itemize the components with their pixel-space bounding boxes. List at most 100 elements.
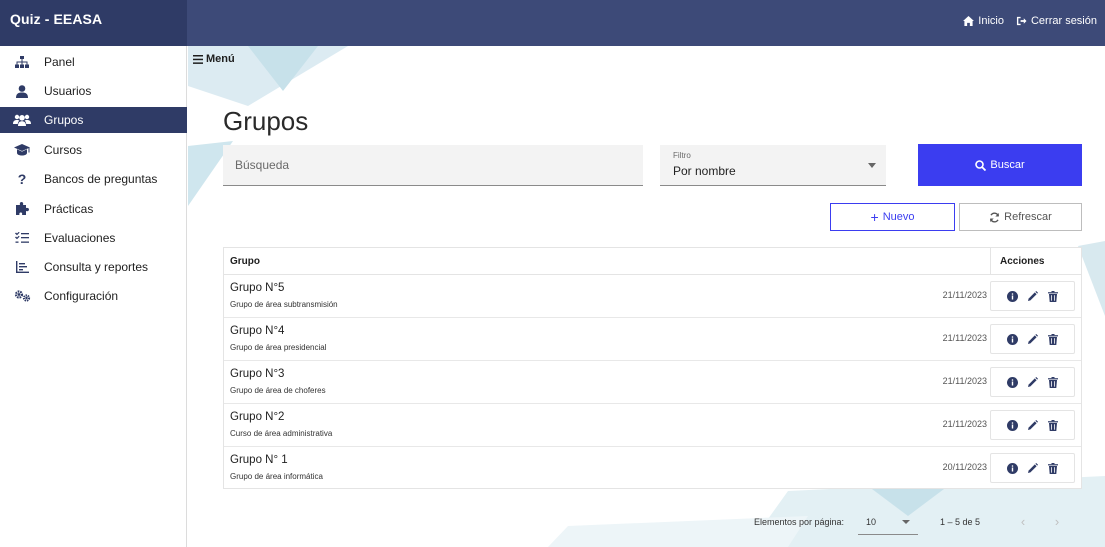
group-name: Grupo N°4	[230, 325, 285, 337]
sidebar-item-label: Consulta y reportes	[44, 260, 149, 274]
pencil-icon	[1028, 333, 1038, 344]
table-header: Grupo Acciones	[224, 248, 1081, 275]
sidebar-item-label: Bancos de preguntas	[44, 172, 158, 186]
delete-button[interactable]	[1047, 376, 1059, 388]
paginator: Elementos por página: 10 1 – 5 de 5 ‹ ›	[188, 506, 1105, 536]
pencil-icon	[1028, 290, 1038, 301]
trash-icon	[1047, 419, 1058, 431]
filter-select[interactable]: Filtro Por nombre	[660, 145, 886, 186]
page-size-select[interactable]: 10	[858, 507, 918, 535]
group-description: Grupo de área de choferes	[230, 386, 326, 395]
sidebar-item-label: Usuarios	[44, 84, 92, 98]
sidebar-item-label: Panel	[44, 55, 75, 69]
row-actions	[990, 367, 1075, 397]
previous-page-button[interactable]: ‹	[1014, 512, 1032, 530]
edit-button[interactable]	[1027, 290, 1039, 302]
app-root: Quiz - EEASA Inicio Cerrar sesión Panel …	[0, 0, 1105, 547]
gears-icon	[0, 290, 44, 302]
refresh-icon	[990, 212, 1000, 222]
info-button[interactable]	[1007, 376, 1019, 388]
trash-icon	[1047, 462, 1058, 474]
search-input[interactable]	[223, 145, 643, 185]
refresh-button-label: Refrescar	[1004, 211, 1052, 223]
row-actions	[990, 324, 1075, 354]
question-icon: ?	[17, 171, 27, 187]
logout-link[interactable]: Cerrar sesión	[1016, 15, 1097, 27]
sidebar-item-panel[interactable]: Panel	[0, 49, 187, 75]
page-size-value: 10	[866, 517, 877, 527]
top-nav: Inicio Cerrar sesión	[963, 15, 1097, 27]
trash-icon	[1047, 333, 1058, 345]
row-actions	[990, 410, 1075, 440]
delete-button[interactable]	[1047, 290, 1059, 302]
search-icon	[975, 159, 987, 171]
group-name: Grupo N°2	[230, 411, 285, 423]
home-link[interactable]: Inicio	[963, 15, 1004, 27]
trash-icon	[1047, 376, 1058, 388]
sitemap-icon	[0, 56, 44, 68]
table-row: Grupo N°5 Grupo de área subtransmisión 21/…	[224, 275, 1081, 318]
next-page-button[interactable]: ›	[1048, 512, 1066, 530]
sidebar: Panel Usuarios Grupos Cursos ? Bancos de…	[0, 46, 187, 547]
column-header-group: Grupo	[230, 256, 260, 267]
chevron-down-icon	[902, 520, 910, 524]
group-date: 21/11/2023	[942, 376, 987, 386]
row-actions	[990, 281, 1075, 311]
pencil-icon	[1028, 376, 1038, 387]
page-title: Grupos	[223, 106, 309, 136]
trash-icon	[1047, 290, 1058, 302]
info-icon	[1007, 376, 1018, 388]
delete-button[interactable]	[1047, 462, 1059, 474]
graduation-cap-icon	[0, 144, 44, 156]
sidebar-item-practicas[interactable]: Prácticas	[0, 196, 187, 222]
page-range: 1 – 5 de 5	[940, 517, 981, 527]
row-actions	[990, 453, 1075, 483]
info-button[interactable]	[1007, 462, 1019, 474]
menu-toggle-label: Menú	[206, 53, 235, 65]
sidebar-item-cursos[interactable]: Cursos	[0, 137, 187, 163]
sidebar-item-label: Evaluaciones	[44, 231, 116, 245]
filter-label: Filtro	[673, 151, 691, 160]
menu-toggle-button[interactable]: Menú	[193, 53, 235, 65]
sidebar-item-label: Cursos	[44, 143, 83, 157]
groups-table: Grupo Acciones Grupo N°5 Grupo de área su…	[223, 247, 1082, 489]
search-button[interactable]: Buscar	[918, 144, 1082, 186]
filter-value: Por nombre	[673, 164, 736, 178]
info-button[interactable]	[1007, 419, 1019, 431]
sidebar-item-consulta[interactable]: Consulta y reportes	[0, 254, 187, 280]
delete-button[interactable]	[1047, 333, 1059, 345]
sidebar-item-bancos[interactable]: ? Bancos de preguntas	[0, 166, 187, 192]
group-date: 21/11/2023	[942, 290, 987, 300]
refresh-button[interactable]: Refrescar	[959, 203, 1082, 231]
top-bar: Quiz - EEASA Inicio Cerrar sesión	[0, 0, 1105, 46]
edit-button[interactable]	[1027, 419, 1039, 431]
pencil-icon	[1028, 419, 1038, 430]
list-check-icon	[0, 232, 44, 244]
sidebar-item-configuracion[interactable]: Configuración	[0, 283, 187, 309]
sign-out-icon	[1016, 16, 1027, 26]
table-row: Grupo N° 1 Grupo de área informática 20/11…	[224, 447, 1081, 490]
search-button-label: Buscar	[990, 159, 1025, 171]
pencil-icon	[1028, 462, 1038, 473]
users-icon	[0, 114, 44, 126]
sidebar-item-evaluaciones[interactable]: Evaluaciones	[0, 225, 187, 251]
info-icon	[1007, 333, 1018, 345]
new-button[interactable]: + Nuevo	[830, 203, 955, 231]
edit-button[interactable]	[1027, 462, 1039, 474]
delete-button[interactable]	[1047, 419, 1059, 431]
search-field[interactable]	[223, 145, 643, 186]
sidebar-item-usuarios[interactable]: Usuarios	[0, 78, 187, 104]
edit-button[interactable]	[1027, 333, 1039, 345]
info-button[interactable]	[1007, 333, 1019, 345]
group-description: Grupo de área subtransmisión	[230, 300, 338, 309]
info-button[interactable]	[1007, 290, 1019, 302]
group-name: Grupo N° 1	[230, 454, 288, 466]
edit-button[interactable]	[1027, 376, 1039, 388]
logout-link-label: Cerrar sesión	[1030, 15, 1097, 27]
sidebar-item-label: Grupos	[44, 113, 84, 127]
sidebar-item-grupos[interactable]: Grupos	[0, 107, 187, 133]
group-date: 21/11/2023	[942, 333, 987, 343]
group-name: Grupo N°3	[230, 368, 285, 380]
column-header-actions: Acciones	[990, 248, 1081, 275]
group-name: Grupo N°5	[230, 282, 285, 294]
